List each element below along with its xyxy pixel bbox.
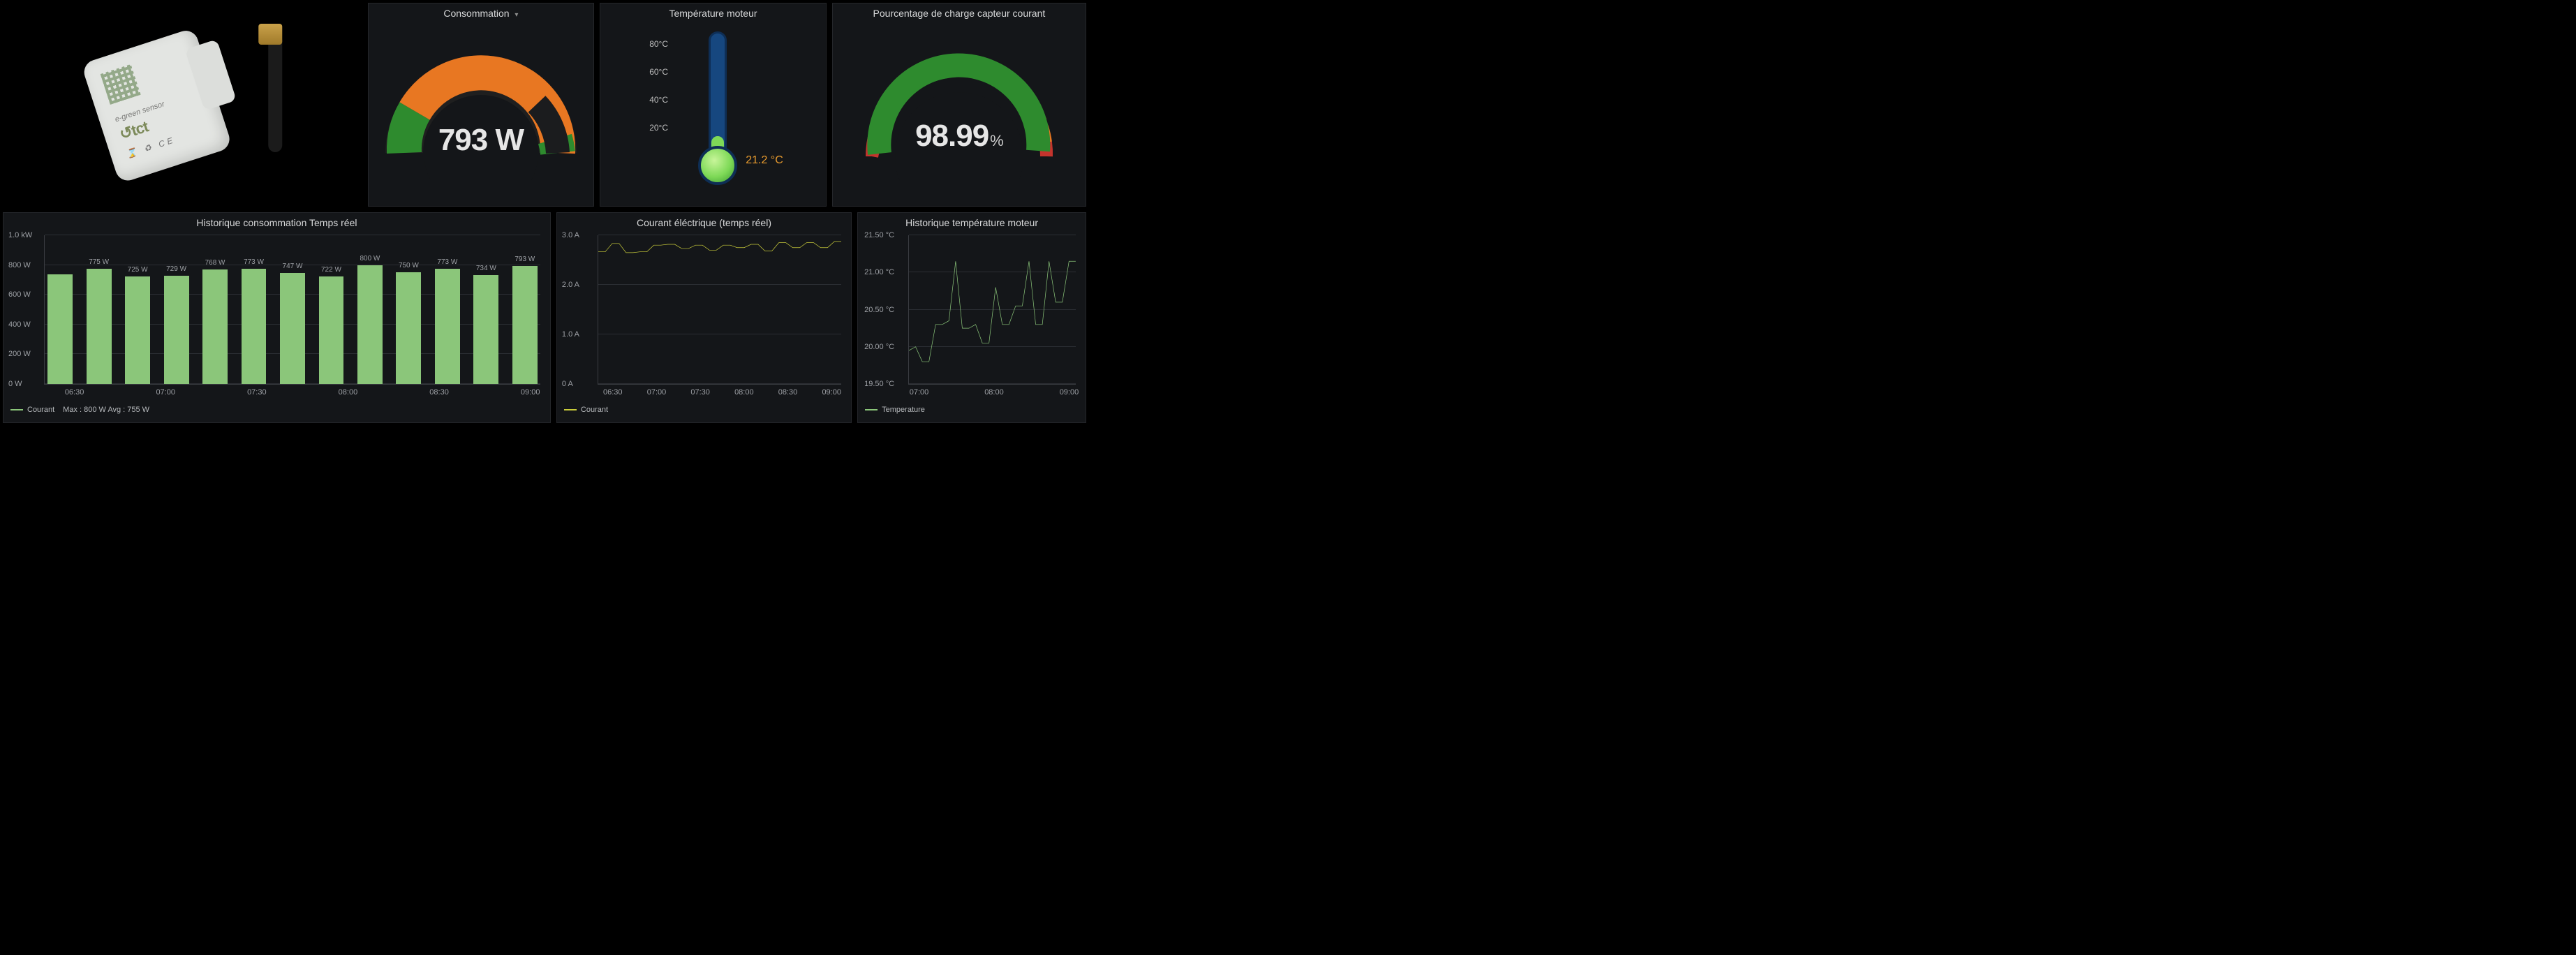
legend-label: Temperature bbox=[882, 406, 925, 414]
thermo-reading: 21.2 °C bbox=[746, 154, 783, 167]
thermo-ticks: 80°C 60°C 40°C 20°C bbox=[649, 40, 668, 151]
panel-temp-moteur[interactable]: Température moteur 80°C 60°C 40°C 20°C 2… bbox=[600, 3, 827, 207]
gauge-value-charge: 98.99% bbox=[833, 119, 1086, 154]
device-brand: ↺tct bbox=[118, 118, 151, 144]
gauge-value-consommation: 793 W bbox=[369, 123, 594, 158]
gauge-consommation: 793 W bbox=[369, 20, 594, 203]
title-text: Historique consommation Temps réel bbox=[196, 217, 357, 228]
qr-code-icon bbox=[101, 64, 141, 105]
legend-swatch-icon bbox=[865, 409, 878, 410]
thermo-body bbox=[704, 31, 732, 185]
dashboard: e-green sensor ↺tct ⌛ ♻ CE Consommation … bbox=[0, 0, 1089, 431]
bar-plot: 0 W200 W400 W600 W800 W1.0 kW775 W725 W7… bbox=[44, 235, 540, 385]
thermo-bulb bbox=[698, 146, 737, 185]
legend-swatch-icon bbox=[564, 409, 577, 410]
chart-hist-temp: 19.50 °C20.00 °C20.50 °C21.00 °C21.50 °C… bbox=[858, 230, 1086, 418]
row-1: e-green sensor ↺tct ⌛ ♻ CE Consommation … bbox=[3, 3, 1086, 207]
antenna-icon bbox=[269, 34, 283, 152]
panel-title-consommation[interactable]: Consommation ▾ bbox=[369, 3, 594, 20]
device-text: e-green sensor ↺tct ⌛ ♻ CE bbox=[114, 99, 178, 161]
tick: 60°C bbox=[649, 68, 668, 96]
panel-hist-temp[interactable]: Historique température moteur 19.50 °C20… bbox=[857, 212, 1086, 423]
legend-hist-temp: Temperature bbox=[865, 406, 925, 414]
gauge-charge: 98.99% bbox=[833, 20, 1086, 203]
legend-swatch-icon bbox=[10, 409, 23, 410]
sensor-image: e-green sensor ↺tct ⌛ ♻ CE bbox=[3, 3, 362, 207]
legend-hist-conso: Courant Max : 800 W Avg : 755 W bbox=[10, 406, 149, 414]
title-text: Température moteur bbox=[669, 8, 757, 19]
title-text: Historique température moteur bbox=[905, 217, 1038, 228]
panel-consommation[interactable]: Consommation ▾ 793 W bbox=[368, 3, 595, 207]
legend-label: Courant bbox=[581, 406, 608, 414]
thermometer: 80°C 60°C 40°C 20°C 21.2 °C bbox=[600, 20, 826, 203]
panel-title-hist-conso: Historique consommation Temps réel bbox=[3, 213, 550, 230]
panel-title-courant: Courant éléctrique (temps réel) bbox=[557, 213, 851, 230]
line-plot-temp: 19.50 °C20.00 °C20.50 °C21.00 °C21.50 °C… bbox=[908, 235, 1076, 385]
chart-hist-conso: 0 W200 W400 W600 W800 W1.0 kW775 W725 W7… bbox=[3, 230, 550, 418]
chevron-down-icon: ▾ bbox=[515, 11, 518, 19]
panel-title-hist-temp: Historique température moteur bbox=[858, 213, 1086, 230]
legend-label: Courant bbox=[27, 406, 54, 414]
device-illustration: e-green sensor ↺tct ⌛ ♻ CE bbox=[73, 3, 293, 206]
row-2: Historique consommation Temps réel 0 W20… bbox=[3, 212, 1086, 423]
title-text: Pourcentage de charge capteur courant bbox=[873, 8, 1046, 19]
unit: % bbox=[990, 132, 1003, 149]
tick: 20°C bbox=[649, 124, 668, 151]
value: 98.99 bbox=[915, 119, 989, 153]
legend-courant: Courant bbox=[564, 406, 608, 414]
title-text: Consommation bbox=[443, 8, 509, 19]
title-text: Courant éléctrique (temps réel) bbox=[637, 217, 771, 228]
panel-hist-conso[interactable]: Historique consommation Temps réel 0 W20… bbox=[3, 212, 551, 423]
panel-title-charge: Pourcentage de charge capteur courant bbox=[833, 3, 1086, 20]
panel-sensor-image: e-green sensor ↺tct ⌛ ♻ CE bbox=[3, 3, 362, 207]
tick: 80°C bbox=[649, 40, 668, 68]
panel-charge[interactable]: Pourcentage de charge capteur courant bbox=[832, 3, 1086, 207]
panel-title-temp-moteur: Température moteur bbox=[600, 3, 826, 20]
device-body: e-green sensor ↺tct ⌛ ♻ CE bbox=[81, 27, 232, 184]
tick: 40°C bbox=[649, 96, 668, 124]
chart-courant: 0 A1.0 A2.0 A3.0 A06:3007:0007:3008:0008… bbox=[557, 230, 851, 418]
panel-courant[interactable]: Courant éléctrique (temps réel) 0 A1.0 A… bbox=[556, 212, 852, 423]
line-plot-courant: 0 A1.0 A2.0 A3.0 A06:3007:0007:3008:0008… bbox=[598, 235, 841, 385]
legend-stats: Max : 800 W Avg : 755 W bbox=[63, 406, 149, 414]
